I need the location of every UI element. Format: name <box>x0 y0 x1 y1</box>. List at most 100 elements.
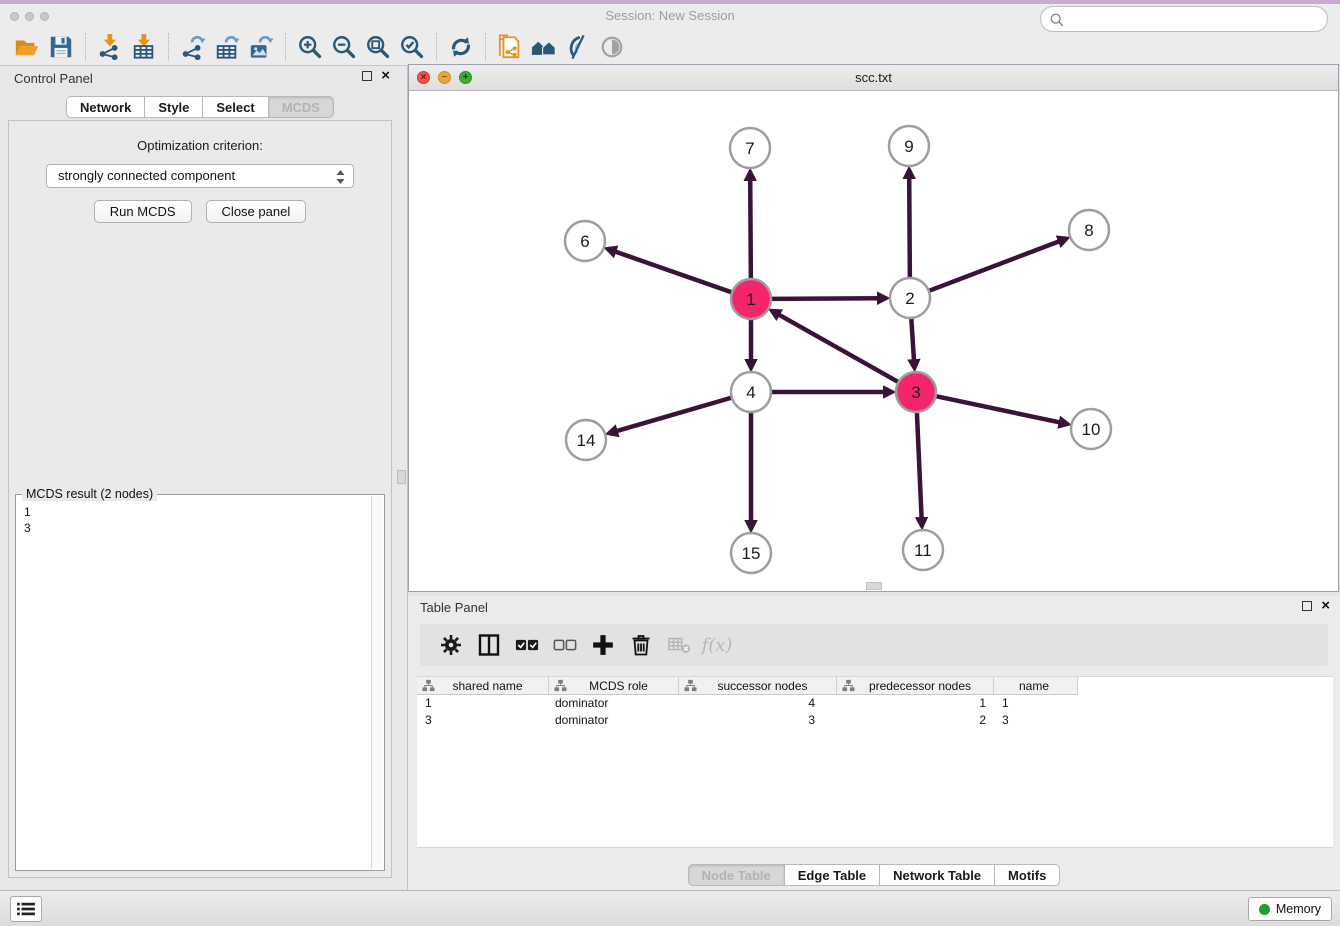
edge-2-9[interactable] <box>909 177 910 277</box>
import-network-icon[interactable] <box>93 32 127 62</box>
clear-all-checks-icon[interactable] <box>546 630 584 660</box>
table-cell[interactable]: dominator <box>549 695 679 712</box>
close-table-panel-icon[interactable]: × <box>1321 601 1330 611</box>
mcds-result-list[interactable]: 13 <box>17 499 370 869</box>
hide-graphics-details-icon[interactable] <box>561 32 595 62</box>
column-header-successor-nodes[interactable]: successor nodes <box>679 677 837 695</box>
toolbar-separator <box>485 33 486 61</box>
table-cell[interactable]: 1 <box>417 695 549 712</box>
table-row[interactable]: 1dominator411 <box>417 695 1333 712</box>
zoom-out-icon[interactable] <box>327 32 361 62</box>
table-cell[interactable]: 3 <box>417 712 549 729</box>
criterion-select[interactable]: strongly connected component <box>46 164 354 188</box>
node-label-3: 3 <box>911 383 920 402</box>
table-panel: Table Panel × f(x) shared nameMCDS roles… <box>408 596 1340 890</box>
home-icon[interactable] <box>527 32 561 62</box>
table-cell[interactable]: 2 <box>837 712 994 729</box>
control-panel-title: Control Panel <box>14 71 93 86</box>
column-header-MCDS-role[interactable]: MCDS role <box>549 677 679 695</box>
mcds-panel: Optimization criterion: strongly connect… <box>8 120 392 878</box>
show-column-icon[interactable] <box>470 630 508 660</box>
network-window-titlebar: × − + scc.txt <box>409 65 1338 91</box>
add-column-icon[interactable] <box>584 630 622 660</box>
node-label-7: 7 <box>745 139 754 158</box>
table-settings-icon[interactable] <box>432 630 470 660</box>
node-label-2: 2 <box>905 289 914 308</box>
tab-network-table[interactable]: Network Table <box>880 864 995 886</box>
search-input[interactable] <box>1069 8 1319 30</box>
table-cell[interactable]: dominator <box>549 712 679 729</box>
import-table-icon[interactable] <box>127 32 161 62</box>
column-header-shared-name[interactable]: shared name <box>417 677 549 695</box>
memory-button[interactable]: Memory <box>1248 897 1332 921</box>
zoom-in-icon[interactable] <box>293 32 327 62</box>
zoom-fit-icon[interactable] <box>361 32 395 62</box>
close-panel-icon[interactable]: × <box>381 71 390 81</box>
function-builder-icon: f(x) <box>698 630 736 660</box>
table-tabs: Node TableEdge TableNetwork TableMotifs <box>408 864 1340 886</box>
control-panel-header: Control Panel × <box>0 66 400 92</box>
refresh-icon[interactable] <box>444 32 478 62</box>
control-panel: Control Panel × NetworkStyleSelectMCDS O… <box>0 66 400 890</box>
float-table-panel-icon[interactable] <box>1302 601 1312 611</box>
tab-node-table[interactable]: Node Table <box>688 864 785 886</box>
edge-3-11[interactable] <box>917 413 922 519</box>
open-file-icon[interactable] <box>10 32 44 62</box>
show-panels-button[interactable] <box>10 896 42 922</box>
edge-3-1[interactable] <box>778 314 898 381</box>
search-icon <box>1049 12 1065 28</box>
edge-2-3[interactable] <box>911 319 914 361</box>
mcds-result-box: MCDS result (2 nodes) 13 <box>15 494 385 871</box>
table-body: 1dominator4113dominator323 <box>417 695 1333 729</box>
tab-motifs[interactable]: Motifs <box>995 864 1060 886</box>
memory-status-dot <box>1259 904 1270 915</box>
divider-grip[interactable] <box>397 470 406 484</box>
float-panel-icon[interactable] <box>362 71 372 81</box>
column-header-name[interactable]: name <box>994 677 1078 695</box>
tab-mcds[interactable]: MCDS <box>269 96 334 118</box>
export-table-icon[interactable] <box>210 32 244 62</box>
edge-1-2[interactable] <box>772 298 879 299</box>
network-canvas-svg: 7968124314101511 <box>409 92 1338 592</box>
node-label-15: 15 <box>742 544 761 563</box>
edge-4-14[interactable] <box>616 398 731 431</box>
column-header-predecessor-nodes[interactable]: predecessor nodes <box>837 677 994 695</box>
delete-column-icon[interactable] <box>622 630 660 660</box>
optimization-criterion-label: Optimization criterion: <box>9 138 391 153</box>
run-mcds-button[interactable]: Run MCDS <box>94 200 192 223</box>
table-cell[interactable]: 4 <box>679 695 837 712</box>
node-label-10: 10 <box>1082 420 1101 439</box>
canvas-scroll-handle[interactable] <box>866 582 882 590</box>
mcds-result-line: 1 <box>24 504 363 520</box>
edge-3-10[interactable] <box>937 396 1061 422</box>
edge-1-6[interactable] <box>614 251 731 292</box>
export-image-icon[interactable] <box>244 32 278 62</box>
table-cell[interactable]: 1 <box>837 695 994 712</box>
open-network-file-icon[interactable] <box>493 32 527 62</box>
close-panel-button[interactable]: Close panel <box>206 200 307 223</box>
export-network-icon[interactable] <box>176 32 210 62</box>
network-canvas[interactable]: 7968124314101511 <box>409 92 1338 591</box>
application-window: Session: New Session Control Panel × Net… <box>0 0 1340 926</box>
mcds-result-scrollbar[interactable] <box>371 496 383 869</box>
tab-network[interactable]: Network <box>66 96 145 118</box>
network-window-title: scc.txt <box>409 65 1338 91</box>
tab-edge-table[interactable]: Edge Table <box>785 864 880 886</box>
table-cell[interactable]: 3 <box>994 712 1078 729</box>
tab-style[interactable]: Style <box>145 96 203 118</box>
split-pane-divider[interactable] <box>400 66 408 890</box>
save-session-icon[interactable] <box>44 32 78 62</box>
zoom-selected-icon[interactable] <box>395 32 429 62</box>
edge-2-8[interactable] <box>930 241 1060 291</box>
table-cell[interactable]: 1 <box>994 695 1078 712</box>
select-all-checks-icon[interactable] <box>508 630 546 660</box>
tab-select[interactable]: Select <box>203 96 268 118</box>
search-box[interactable] <box>1040 6 1328 32</box>
table-row[interactable]: 3dominator323 <box>417 712 1333 729</box>
edge-1-7[interactable] <box>750 179 751 278</box>
control-panel-tabs: NetworkStyleSelectMCDS <box>0 96 400 118</box>
node-label-1: 1 <box>746 290 755 309</box>
memory-button-label: Memory <box>1276 902 1321 916</box>
show-graphics-details-icon <box>595 32 629 62</box>
table-cell[interactable]: 3 <box>679 712 837 729</box>
